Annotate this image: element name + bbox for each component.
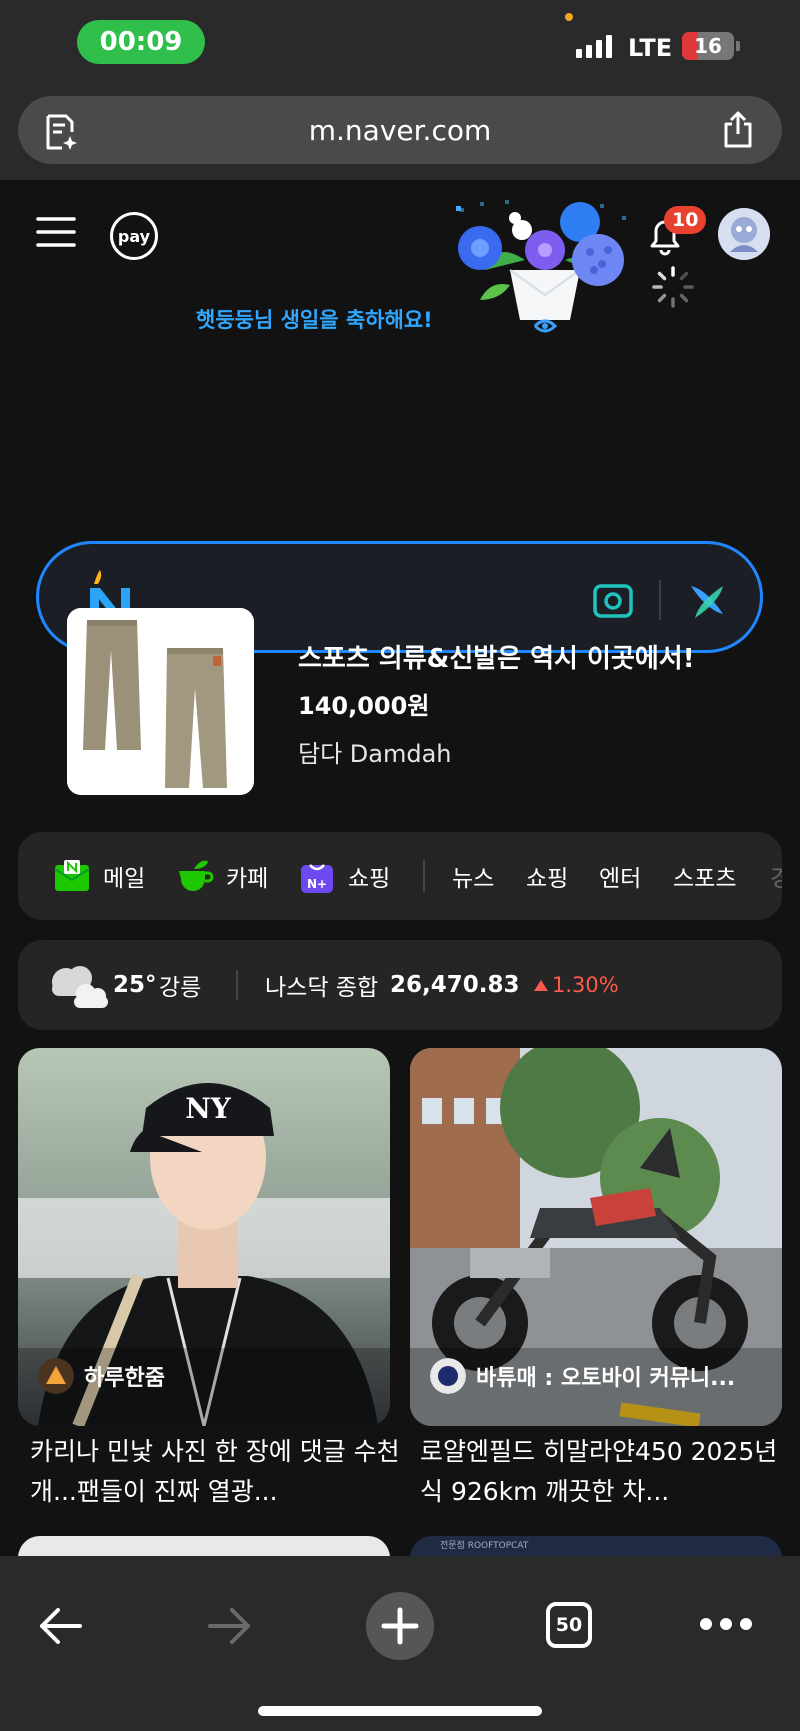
service-divider [423,860,425,892]
ad-price: 140,000원 [298,692,430,720]
plus-icon [381,1607,419,1645]
info-divider [236,970,238,1000]
stock-index-change: 1.30% [534,940,619,1030]
card-source-name: 하루한줌 [84,1366,165,1391]
ad-seller: 담다 Damdah [298,740,452,768]
avatar-illustration [718,208,770,260]
menu-sports[interactable]: 스포츠 [673,832,736,920]
tab-switcher-button[interactable]: 50 [546,1602,592,1648]
more-options-icon[interactable] [700,1612,752,1636]
cafe-cup-icon [179,860,214,891]
notification-count-badge: 10 [664,206,707,234]
shopping-label: 쇼핑 [348,866,391,892]
partial-card-caption: 전문점 ROOFTOPCAT [440,1541,529,1551]
menu-shopping[interactable]: 쇼핑 [526,832,568,920]
browser-toolbar: 50 [0,1556,800,1731]
stock-index-value: 26,470.83 [390,972,520,998]
forward-arrow-icon[interactable] [206,1604,254,1648]
menu-entertainment[interactable]: 엔터 [599,832,641,920]
status-time: 00:09 [77,20,205,64]
battery-level: 16 [694,34,722,58]
card-source[interactable]: 하루한줌 [38,1358,165,1394]
feed-card-title[interactable]: 로얄엔필드 히말라얀450 2025년식 926km 깨끗한 차... [420,1432,792,1512]
svg-text:N+: N+ [307,877,327,891]
cafe-shortcut[interactable]: 카페 [176,832,268,920]
menu-economy[interactable]: 경 [770,832,782,920]
feed-card-title[interactable]: 카리나 민낯 사진 한 장에 댓글 수천 개...팬들이 진짜 열광... [30,1432,402,1512]
card-source-name: 바튜매 : 오토바이 커뮤니... [476,1366,736,1391]
cafe-label: 카페 [226,866,269,892]
naver-pay-button[interactable]: pay [110,212,158,260]
battery-tip [736,41,740,51]
service-shortcut-bar: 메일 카페 N+ 쇼핑 뉴스 쇼핑 엔터 스포츠 경 [18,832,782,920]
shopping-ad-card[interactable]: 스포츠 의류&신발은 역시 이곳에서! 140,000원 담다 Damdah [0,590,800,810]
shopping-bag-icon: N+ [301,864,333,893]
new-tab-button[interactable] [366,1592,434,1660]
hamburger-menu-icon[interactable] [36,215,76,249]
birthday-bouquet-image[interactable] [450,200,640,340]
browser-address-area: m.naver.com [0,90,800,180]
pants-illustration [67,608,254,795]
ad-product-image[interactable] [67,608,254,795]
shopping-shortcut[interactable]: N+ 쇼핑 [298,832,390,920]
cellular-signal-icon [576,34,612,58]
source-avatar-icon [38,1358,74,1394]
weather-city: 강릉 [159,975,202,1001]
weather-stock-bar[interactable]: 25° 강릉 나스닥 종합 26,470.83 1.30% [18,940,782,1030]
naver-header: pay 햇둥둥님 생일을 축하해요! 10 [0,180,800,653]
share-icon[interactable] [718,110,758,150]
feed-card-image[interactable]: NY 하루한줌 [18,1048,390,1426]
mail-icon [54,860,90,891]
loading-spinner-icon [652,266,694,308]
stock-index-name: 나스닥 종합 [265,975,379,1001]
menu-news[interactable]: 뉴스 [452,832,494,920]
svg-text:NY: NY [185,1092,232,1125]
temperature: 25° [113,972,157,998]
address-bar[interactable]: m.naver.com [18,96,782,164]
url-text: m.naver.com [308,113,492,147]
up-arrow-icon [534,979,548,991]
ad-title[interactable]: 스포츠 의류&신발은 역시 이곳에서! [298,638,695,675]
back-arrow-icon[interactable] [36,1604,84,1648]
stock-change-percent: 1.30% [552,973,619,997]
home-indicator[interactable] [258,1706,542,1716]
network-type: LTE [628,34,673,62]
cloudy-weather-icon [52,966,108,1008]
battery-icon: 16 [682,32,734,60]
card-source[interactable]: 바튜매 : 오토바이 커뮤니... [430,1358,735,1394]
privacy-indicator-dot [565,13,573,21]
mail-label: 메일 [103,866,146,892]
source-avatar-icon [430,1358,466,1394]
user-avatar[interactable] [718,208,770,260]
mail-shortcut[interactable]: 메일 [53,832,145,920]
status-bar: 00:09 LTE 16 [0,0,800,90]
birthday-message[interactable]: 햇둥둥님 생일을 축하해요! [196,304,433,334]
feed-card-image[interactable]: 바튜매 : 오토바이 커뮤니... [410,1048,782,1426]
